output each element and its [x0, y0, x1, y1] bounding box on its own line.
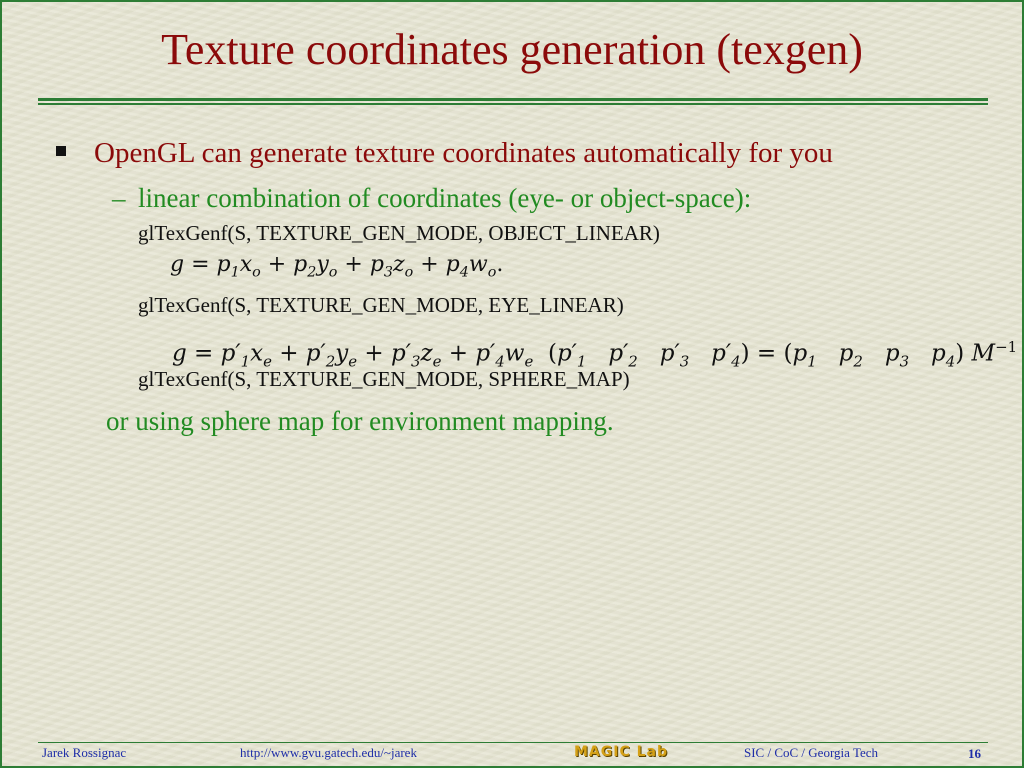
title-rule-bottom: [38, 103, 988, 105]
page-number: 16: [968, 746, 981, 761]
code-sphere-map: glTexGenf(S, TEXTURE_GEN_MODE, SPHERE_MA…: [138, 367, 630, 391]
magic-lab-logo: MAGIC Lab: [574, 744, 669, 760]
footer-org: SIC / CoC / Georgia Tech: [744, 745, 879, 760]
footer-url-link[interactable]: http://www.gvu.gatech.edu/~jarek: [240, 745, 417, 761]
sub-bullet-text: linear combination of coordinates (eye- …: [138, 183, 752, 213]
slide-title: Texture coordinates generation (texgen): [161, 25, 863, 74]
footer-rule: [38, 742, 988, 743]
code-object-linear: glTexGenf(S, TEXTURE_GEN_MODE, OBJECT_LI…: [138, 221, 660, 245]
equation-object-linear: g = p1xo + p2yo + p3zo + p4wo.: [170, 252, 504, 281]
bullet-text: OpenGL can generate texture coordinates …: [94, 137, 833, 169]
code-eye-linear: glTexGenf(S, TEXTURE_GEN_MODE, EYE_LINEA…: [138, 293, 624, 317]
sphere-map-note: or using sphere map for environment mapp…: [106, 406, 614, 436]
title-rule-top: [38, 98, 988, 101]
footer-author: Jarek Rossignac: [42, 745, 127, 760]
dash-bullet: –: [112, 183, 126, 213]
square-bullet-icon: [56, 146, 66, 156]
